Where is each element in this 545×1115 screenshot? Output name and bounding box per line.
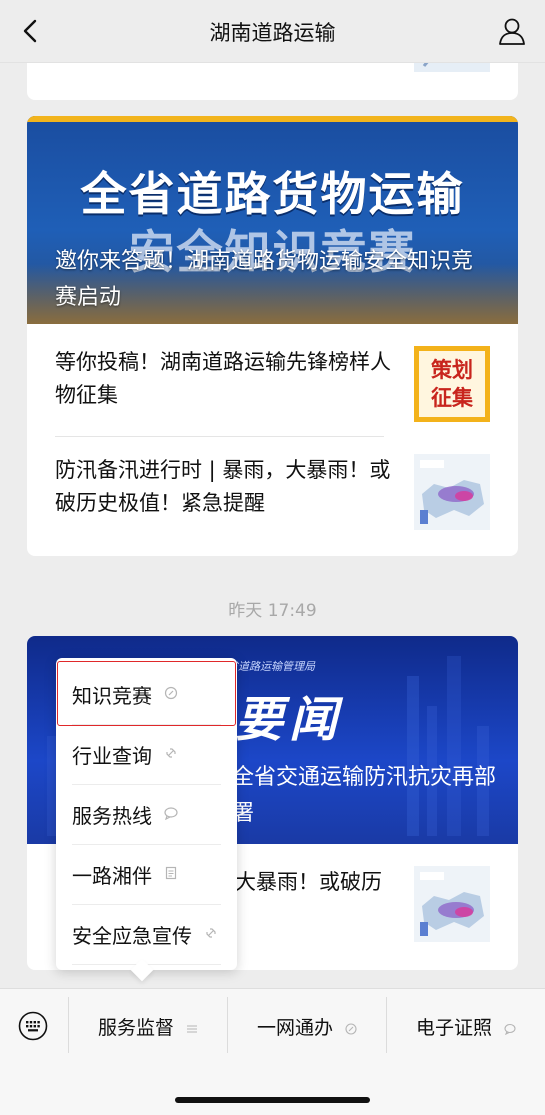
article-thumbnail <box>414 454 490 530</box>
banner-org-name: 省道路运输管理局 <box>227 660 315 673</box>
article-item[interactable]: 等你投稿！湖南道路运输先锋榜样人物征集 策划 征集 <box>55 346 490 422</box>
article-thumbnail: 策划 征集 <box>414 346 490 422</box>
menu-item-label: 安全应急宣传 <box>72 924 192 948</box>
menu-item-label: 服务热线 <box>72 804 152 828</box>
menu-item-label: 一路湘伴 <box>72 864 152 888</box>
tab-label: 一网通办 <box>256 1017 333 1039</box>
link-icon <box>166 748 176 758</box>
tab-label: 服务监督 <box>97 1017 174 1039</box>
featured-article-title: 邀你来答题！湖南道路货物运输安全知识竞赛启动 <box>55 249 474 310</box>
thumb-text-line2: 征集 <box>431 386 473 410</box>
article-thumbnail <box>414 866 490 942</box>
link-icon <box>164 686 178 700</box>
menu-icon <box>187 1024 198 1033</box>
page-title: 湖南道路运输 <box>209 21 336 45</box>
menu-item-industry-query[interactable]: 行业查询 <box>72 724 221 785</box>
tab-service-supervision[interactable]: 服务监督 <box>69 1013 227 1043</box>
article-item[interactable]: 防汛备汛进行时 | 暴雨，大暴雨！或破历史极值！紧急提醒 <box>55 454 490 530</box>
tab-electronic-license[interactable]: 电子证照 <box>387 1013 545 1043</box>
chat-icon <box>504 1023 516 1035</box>
menu-item-service-hotline[interactable]: 服务热线 <box>72 784 221 845</box>
tab-one-stop-service[interactable]: 一网通办 <box>228 1013 386 1043</box>
rain-map-icon <box>414 454 490 530</box>
home-indicator <box>175 1097 370 1103</box>
menu-item-label: 行业查询 <box>72 744 152 768</box>
divider <box>55 436 384 437</box>
message-timestamp: 昨天 17:49 <box>228 601 317 621</box>
chat-icon <box>164 807 178 820</box>
tab-label: 电子证照 <box>415 1017 492 1039</box>
featured-article-banner[interactable]: 全省道路货物运输 安全知识竞赛 邀你来答题！湖南道路货物运输安全知识竞赛启动 <box>27 116 518 324</box>
rain-map-icon <box>414 866 490 942</box>
profile-icon[interactable] <box>497 16 527 46</box>
nav-header: 湖南道路运输 <box>0 0 545 63</box>
article-title: 等你投稿！湖南道路运输先锋榜样人物征集 <box>55 350 391 407</box>
article-title: 防汛备汛进行时 | 暴雨，大暴雨！或破历史极值！紧急提醒 <box>55 458 391 515</box>
menu-item-safety-emergency[interactable]: 安全应急宣传 <box>72 904 221 965</box>
banner-headline-line1: 全省道路货物运输 <box>80 167 465 221</box>
keyboard-toggle-icon[interactable] <box>18 1011 48 1041</box>
menu-item-knowledge-contest[interactable]: 知识竞赛 <box>72 664 221 725</box>
banner-top-stripe <box>27 116 518 122</box>
link-icon <box>345 1022 357 1035</box>
article-group-card-1: 全省道路货物运输 安全知识竞赛 邀你来答题！湖南道路货物运输安全知识竞赛启动 等… <box>27 116 518 556</box>
submenu-popup: 知识竞赛 行业查询 服务热线 一路湘伴 安全应急宣传 <box>56 658 237 982</box>
menu-item-label: 知识竞赛 <box>72 684 152 708</box>
bottom-menu-bar: 服务监督 一网通办 电子证照 <box>0 988 545 1115</box>
menu-item-hunan-companion[interactable]: 一路湘伴 <box>72 844 221 905</box>
banner-headline: 要闻 <box>235 692 344 748</box>
featured-article-title: 全省交通运输防汛抗灾再部署 <box>232 765 497 826</box>
link-icon <box>206 928 216 938</box>
thumb-text-line1: 策划 <box>431 358 473 382</box>
doc-icon <box>165 866 177 880</box>
